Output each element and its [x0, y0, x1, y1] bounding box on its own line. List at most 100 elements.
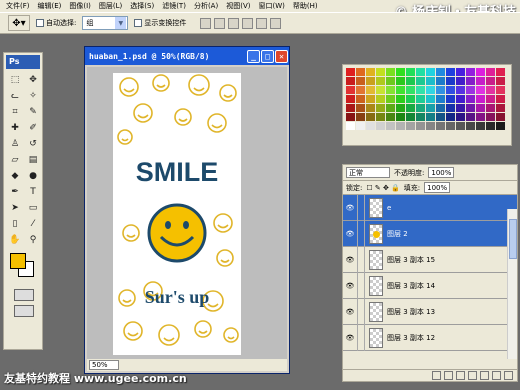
color-swatch[interactable]: [436, 86, 445, 94]
color-swatch[interactable]: [496, 122, 505, 130]
color-swatch[interactable]: [456, 122, 465, 130]
color-swatch[interactable]: [436, 95, 445, 103]
notes-tool-icon[interactable]: ▯: [7, 217, 23, 231]
eye-icon[interactable]: 👁: [343, 247, 357, 273]
eye-icon[interactable]: 👁: [343, 195, 357, 221]
color-swatch[interactable]: [496, 68, 505, 76]
lasso-tool-icon[interactable]: ᓚ: [7, 89, 23, 103]
color-swatch[interactable]: [406, 113, 415, 121]
color-swatch[interactable]: [346, 68, 355, 76]
menu-select[interactable]: 选择(S): [126, 0, 158, 12]
menu-analysis[interactable]: 分析(A): [190, 0, 222, 12]
eye-icon[interactable]: 👁: [343, 221, 357, 247]
color-swatch[interactable]: [466, 122, 475, 130]
menu-layer[interactable]: 图层(L): [95, 0, 126, 12]
color-swatch[interactable]: [366, 95, 375, 103]
color-swatch[interactable]: [416, 86, 425, 94]
clone-stamp-icon[interactable]: ♙: [7, 137, 23, 151]
color-swatch[interactable]: [366, 68, 375, 76]
color-swatch[interactable]: [356, 68, 365, 76]
color-swatch[interactable]: [346, 104, 355, 112]
layer-row[interactable]: 👁 图层 3 副本 14: [343, 272, 517, 299]
color-swatch[interactable]: [456, 77, 465, 85]
color-swatch[interactable]: [386, 68, 395, 76]
gradient-tool-icon[interactable]: ▤: [25, 153, 41, 167]
color-swatch[interactable]: [346, 77, 355, 85]
color-swatch[interactable]: [456, 68, 465, 76]
layer-row[interactable]: 👁 图层 3 副本 13: [343, 298, 517, 325]
color-swatch[interactable]: [396, 95, 405, 103]
color-swatch[interactable]: [356, 113, 365, 121]
color-swatch[interactable]: [366, 113, 375, 121]
quick-mask-button[interactable]: [14, 289, 34, 301]
link-layers-icon[interactable]: [432, 371, 441, 380]
color-swatch[interactable]: [446, 122, 455, 130]
color-swatch[interactable]: [436, 104, 445, 112]
color-swatch[interactable]: [386, 95, 395, 103]
color-swatch[interactable]: [346, 113, 355, 121]
color-swatch[interactable]: [386, 122, 395, 130]
layer-row[interactable]: 👁 图层 3 副本 15: [343, 246, 517, 273]
menu-file[interactable]: 文件(F): [2, 0, 34, 12]
color-swatch[interactable]: [406, 104, 415, 112]
color-swatch[interactable]: [356, 104, 365, 112]
color-swatch[interactable]: [406, 86, 415, 94]
crop-tool-icon[interactable]: ⌗: [7, 105, 23, 119]
color-swatch[interactable]: [376, 113, 385, 121]
color-swatch[interactable]: [486, 104, 495, 112]
new-group-icon[interactable]: [480, 371, 489, 380]
minimize-icon[interactable]: _: [247, 49, 260, 63]
opacity-field[interactable]: 100%: [428, 167, 455, 178]
color-swatch[interactable]: [426, 113, 435, 121]
color-swatch[interactable]: [486, 122, 495, 130]
color-swatch[interactable]: [496, 95, 505, 103]
history-brush-icon[interactable]: ↺: [25, 137, 41, 151]
color-swatch[interactable]: [376, 86, 385, 94]
healing-brush-icon[interactable]: ✚: [7, 121, 23, 135]
color-swatch[interactable]: [396, 86, 405, 94]
align-right-icon[interactable]: [270, 17, 282, 29]
color-swatch[interactable]: [356, 95, 365, 103]
color-swatch[interactable]: [496, 86, 505, 94]
eyedropper-icon[interactable]: ⁄: [25, 217, 41, 231]
eye-icon[interactable]: 👁: [343, 273, 357, 299]
color-swatch[interactable]: [346, 122, 355, 130]
color-swatch[interactable]: [426, 104, 435, 112]
color-swatch[interactable]: [446, 104, 455, 112]
color-swatch[interactable]: [436, 77, 445, 85]
layer-mask-icon[interactable]: [456, 371, 465, 380]
color-swatch[interactable]: [486, 86, 495, 94]
magic-wand-icon[interactable]: ✧: [25, 89, 41, 103]
color-swatch[interactable]: [446, 77, 455, 85]
zoom-tool-icon[interactable]: ⚲: [25, 233, 41, 247]
color-swatch[interactable]: [386, 86, 395, 94]
color-swatch[interactable]: [416, 68, 425, 76]
color-swatch[interactable]: [466, 86, 475, 94]
color-swatch[interactable]: [376, 104, 385, 112]
color-swatch[interactable]: [366, 104, 375, 112]
color-swatch[interactable]: [456, 104, 465, 112]
eraser-tool-icon[interactable]: ▱: [7, 153, 23, 167]
color-swatch[interactable]: [396, 113, 405, 121]
marquee-tool-icon[interactable]: ⬚: [7, 73, 23, 87]
color-swatch[interactable]: [426, 95, 435, 103]
brush-tool-icon[interactable]: ✐: [25, 121, 41, 135]
color-swatch[interactable]: [366, 122, 375, 130]
hand-tool-icon[interactable]: ✋: [7, 233, 23, 247]
canvas[interactable]: SMILE Sur's up: [113, 73, 241, 355]
color-swatch[interactable]: [466, 104, 475, 112]
color-swatch[interactable]: [366, 77, 375, 85]
color-swatch[interactable]: [476, 95, 485, 103]
color-swatch[interactable]: [426, 86, 435, 94]
color-swatch[interactable]: [496, 104, 505, 112]
align-middle-icon[interactable]: [214, 17, 226, 29]
color-swatch[interactable]: [406, 122, 415, 130]
color-swatch[interactable]: [406, 95, 415, 103]
color-swatch[interactable]: [386, 77, 395, 85]
dodge-tool-icon[interactable]: ●: [25, 169, 41, 183]
color-swatch[interactable]: [456, 113, 465, 121]
eye-icon[interactable]: 👁: [343, 299, 357, 325]
color-swatch[interactable]: [376, 95, 385, 103]
color-swatch[interactable]: [486, 113, 495, 121]
color-swatch[interactable]: [436, 113, 445, 121]
